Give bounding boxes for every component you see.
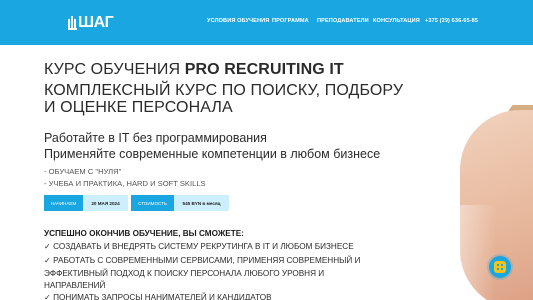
nav-item-consultation[interactable]: КОНСУЛЬТАЦИЯ <box>373 18 420 24</box>
feature-point: - ОБУЧАЕМ С "НУЛЯ" <box>44 167 122 176</box>
start-date-value: 20 МАЯ 2024 <box>83 195 128 211</box>
course-title: КУРС ОБУЧЕНИЯ PRO RECRUITING IT <box>44 61 344 78</box>
nav-item-phone[interactable]: +375 (29) 636-65-85 <box>425 18 478 24</box>
nav-item-teachers[interactable]: ПРЕПОДАВАТЕЛИ <box>317 18 369 24</box>
lead-line-1: Работайте в IT без программирования <box>44 131 267 145</box>
outcome-item: ЭФФЕКТИВНЫЙ ПОДХОД К ПОИСКУ ПЕРСОНАЛА ЛЮ… <box>44 269 325 278</box>
price-label: СТОИМОСТЬ <box>131 195 174 211</box>
price-value: 545 BYN в месяц <box>174 195 229 211</box>
top-navigation-bar: ШАГ УСЛОВИЯ ОБУЧЕНИЯ ПРОГРАММА ПРЕПОДАВА… <box>0 0 533 45</box>
nav-item-conditions[interactable]: УСЛОВИЯ ОБУЧЕНИЯ <box>207 18 269 24</box>
outcome-item: НАПРАВЛЕНИЙ <box>44 281 106 290</box>
lead-line-2: Применяйте современные компетенции в люб… <box>44 147 381 161</box>
chat-button[interactable] <box>489 256 511 278</box>
outcomes-heading: УСПЕШНО ОКОНЧИВ ОБУЧЕНИЕ, ВЫ СМОЖЕТЕ: <box>44 229 244 238</box>
course-subtitle: КОМПЛЕКСНЫЙ КУРС ПО ПОИСКУ, ПОДБОРУ И ОЦ… <box>44 82 404 116</box>
nav-item-program[interactable]: ПРОГРАММА <box>272 18 309 24</box>
chat-icon <box>494 261 506 273</box>
hero-photo <box>405 105 533 300</box>
start-date-label: НАЧИНАЕМ <box>44 195 83 211</box>
main-menu: УСЛОВИЯ ОБУЧЕНИЯ ПРОГРАММА ПРЕПОДАВАТЕЛИ… <box>0 18 533 28</box>
outcome-item: ✓ РАБОТАТЬ С СОВРЕМЕННЫМИ СЕРВИСАМИ, ПРИ… <box>44 256 361 265</box>
outcome-item: ✓ СОЗДАВАТЬ И ВНЕДРЯТЬ СИСТЕМУ РЕКРУТИНГ… <box>44 242 354 251</box>
feature-point: - УЧЕБА И ПРАКТИКА, HARD И SOFT SKILLS <box>44 179 206 188</box>
outcome-item: ✓ ПОНИМАТЬ ЗАПРОСЫ НАНИМАТЕЛЕЙ И КАНДИДА… <box>44 293 272 300</box>
